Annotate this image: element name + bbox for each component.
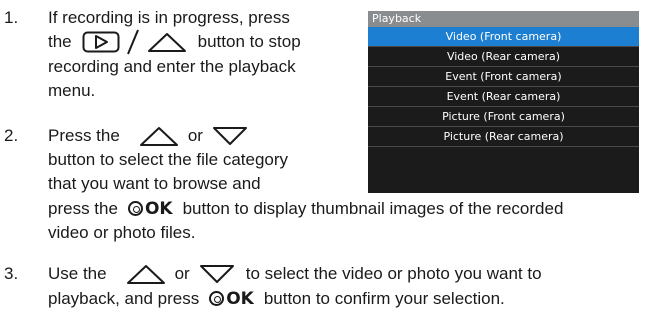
step-1-line-3: recording and enter the playback xyxy=(48,57,296,76)
step-3-text-select: to select the video or photo you want to xyxy=(245,264,542,283)
playback-menu: Playback Video (Front camera) Video (Rea… xyxy=(368,11,639,193)
step-2-line-3: that you want to browse and xyxy=(48,174,261,193)
step-3-line-1: Use the or to select the video or photo … xyxy=(48,262,542,286)
step-3-line-2: playback, and press OK button to confirm… xyxy=(48,287,505,311)
step-3-text-confirm: button to confirm your selection. xyxy=(263,289,505,308)
ok-button-label: OK xyxy=(226,289,254,309)
step-2-line-2: button to select the file category xyxy=(48,150,289,169)
step-2-number: 2. xyxy=(4,126,19,145)
step-1-text-the: the xyxy=(48,32,72,51)
step-1-line-4: menu. xyxy=(48,81,96,100)
step-3-text-use-the: Use the xyxy=(48,264,107,283)
step-1-text-button-to-stop: button to stop xyxy=(197,32,301,51)
up-triangle-icon xyxy=(138,125,180,147)
slash-separator-icon xyxy=(126,29,140,55)
menu-item-picture-rear[interactable]: Picture (Rear camera) xyxy=(368,127,639,147)
step-2-text-press-the: Press the xyxy=(48,126,120,145)
menu-item-video-front[interactable]: Video (Front camera) xyxy=(368,27,639,47)
playback-menu-title: Playback xyxy=(368,11,639,27)
step-1-number: 1. xyxy=(4,8,19,27)
up-triangle-icon xyxy=(146,31,188,53)
menu-item-event-rear[interactable]: Event (Rear camera) xyxy=(368,87,639,107)
menu-item-video-rear[interactable]: Video (Rear camera) xyxy=(368,47,639,67)
step-1-line-2: the button to stop xyxy=(48,29,301,55)
step-3-text-playback-press: playback, and press xyxy=(48,289,200,308)
ok-button-label: OK xyxy=(144,199,173,219)
step-2-text-display-thumbnails: button to display thumbnail images of th… xyxy=(182,199,564,218)
step-3-text-or: or xyxy=(174,264,190,283)
step-2-text-press-the-2: press the xyxy=(48,199,118,218)
up-triangle-icon xyxy=(125,263,167,285)
step-3-number: 3. xyxy=(4,264,19,283)
down-triangle-icon xyxy=(198,263,236,285)
ok-button-icon: OK xyxy=(127,199,173,219)
down-triangle-icon xyxy=(211,125,249,147)
step-2-line-4: press the OK button to display thumbnail… xyxy=(48,197,563,221)
ok-button-icon: OK xyxy=(209,289,254,309)
menu-item-event-front[interactable]: Event (Front camera) xyxy=(368,67,639,87)
step-1-line-1: If recording is in progress, press xyxy=(48,8,290,27)
play-button-icon xyxy=(82,31,120,53)
step-2-line-5: video or photo files. xyxy=(48,223,196,242)
step-2-text-or: or xyxy=(187,126,203,145)
step-2-line-1: Press the or xyxy=(48,124,249,148)
menu-item-picture-front[interactable]: Picture (Front camera) xyxy=(368,107,639,127)
